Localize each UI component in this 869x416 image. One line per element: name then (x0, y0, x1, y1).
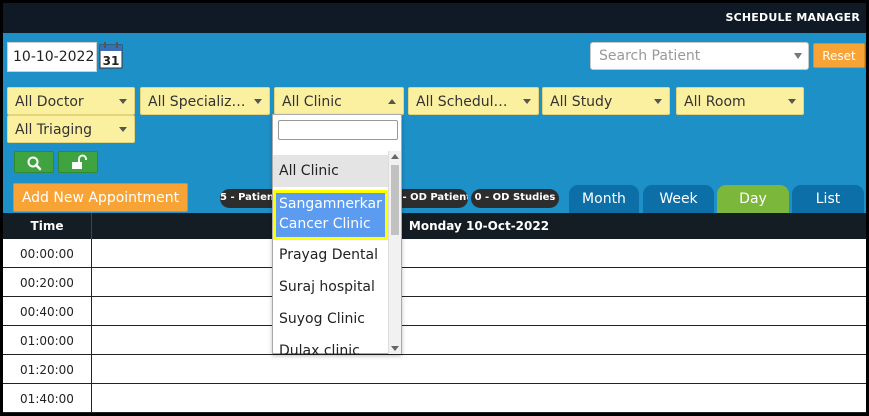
table-row[interactable]: 01:40:00 (3, 384, 866, 413)
doctor-filter[interactable]: All Doctor (7, 87, 135, 115)
unlock-icon (72, 154, 87, 169)
calendar-icon[interactable]: 31 (99, 41, 123, 69)
chevron-up-icon (388, 99, 396, 104)
chevron-down-icon (654, 99, 662, 104)
study-filter[interactable]: All Study (542, 87, 670, 115)
room-filter-label: All Room (684, 94, 746, 110)
page-title: SCHEDULE MANAGER (725, 11, 860, 24)
triaging-filter-label: All Triaging (15, 122, 93, 138)
title-bar: SCHEDULE MANAGER (3, 3, 866, 33)
search-icon (27, 156, 42, 171)
schedule-filter[interactable]: All Schedule ... (408, 87, 539, 115)
search-placeholder: Search Patient (599, 48, 701, 64)
chevron-down-icon (254, 99, 262, 104)
unlock-button[interactable] (58, 151, 98, 173)
time-slot: 01:20:00 (3, 355, 92, 383)
day-column-header: Monday 10-Oct-2022 (408, 219, 550, 233)
day-schedule-grid: Time Monday 10-Oct-2022 00:00:00 00:20:0… (3, 213, 866, 413)
table-row[interactable]: 00:20:00 (3, 268, 866, 297)
patients-count-badge: 5 - Patients (220, 189, 280, 208)
room-filter[interactable]: All Room (676, 87, 804, 115)
tab-week[interactable]: Week (643, 185, 714, 213)
search-button[interactable] (14, 151, 54, 173)
tab-month[interactable]: Month (569, 185, 639, 213)
specialization-filter-label: All Specializat... (148, 94, 247, 110)
time-slot: 00:20:00 (3, 268, 92, 296)
clinic-option-highlighted[interactable]: Sangamnerkar Cancer Clinic (273, 190, 388, 240)
clinic-option[interactable]: Suraj hospital (273, 277, 388, 297)
chevron-down-icon (788, 99, 796, 104)
clinic-options-list: All Clinic Sangamnerkar Cancer Clinic Pr… (273, 151, 388, 354)
date-input[interactable]: 10-10-2022 (7, 42, 97, 72)
dropdown-scrollbar[interactable] (388, 151, 401, 354)
time-slot: 01:40:00 (3, 384, 92, 412)
clinic-option[interactable]: Prayag Dental (273, 245, 388, 265)
table-row[interactable]: 01:20:00 (3, 355, 866, 384)
chevron-down-icon (119, 127, 127, 132)
schedule-filter-label: All Schedule ... (416, 94, 516, 110)
calendar-day: 31 (103, 54, 120, 68)
schedule-manager-app: SCHEDULE MANAGER 10-10-2022 31 Search Pa… (3, 3, 866, 413)
grid-header: Time Monday 10-Oct-2022 (3, 213, 866, 239)
table-row[interactable]: 00:00:00 (3, 239, 866, 268)
clinic-filter-label: All Clinic (282, 94, 342, 110)
od-studies-badge: 0 - OD Studies (471, 189, 559, 208)
add-new-appointment-button[interactable]: Add New Appointment (13, 183, 188, 212)
scroll-down-icon[interactable] (391, 346, 399, 351)
table-row[interactable]: 01:00:00 (3, 326, 866, 355)
clinic-search-input[interactable] (278, 120, 398, 140)
reset-button[interactable]: Reset (813, 43, 865, 68)
clinic-option[interactable]: All Clinic (273, 155, 388, 187)
time-slot: 01:00:00 (3, 326, 92, 354)
tab-day[interactable]: Day (717, 185, 789, 213)
triaging-filter[interactable]: All Triaging (7, 115, 135, 143)
chevron-down-icon (794, 53, 802, 59)
clinic-option[interactable]: Dulax clinic (273, 341, 388, 354)
search-patient-select[interactable]: Search Patient (590, 42, 809, 70)
time-column-header: Time (3, 213, 92, 239)
scrollbar-thumb[interactable] (391, 165, 399, 235)
scroll-up-icon[interactable] (391, 154, 399, 159)
clinic-dropdown: All Clinic Sangamnerkar Cancer Clinic Pr… (272, 114, 402, 354)
study-filter-label: All Study (550, 94, 613, 110)
table-row[interactable]: 00:40:00 (3, 297, 866, 326)
clinic-filter[interactable]: All Clinic (274, 87, 404, 115)
tab-list[interactable]: List (792, 185, 864, 213)
clinic-option[interactable]: Suyog Clinic (273, 309, 388, 329)
time-slot: 00:00:00 (3, 239, 92, 267)
time-slot: 00:40:00 (3, 297, 92, 325)
chevron-down-icon (119, 99, 127, 104)
doctor-filter-label: All Doctor (15, 94, 84, 110)
specialization-filter[interactable]: All Specializat... (140, 87, 270, 115)
chevron-down-icon (523, 99, 531, 104)
